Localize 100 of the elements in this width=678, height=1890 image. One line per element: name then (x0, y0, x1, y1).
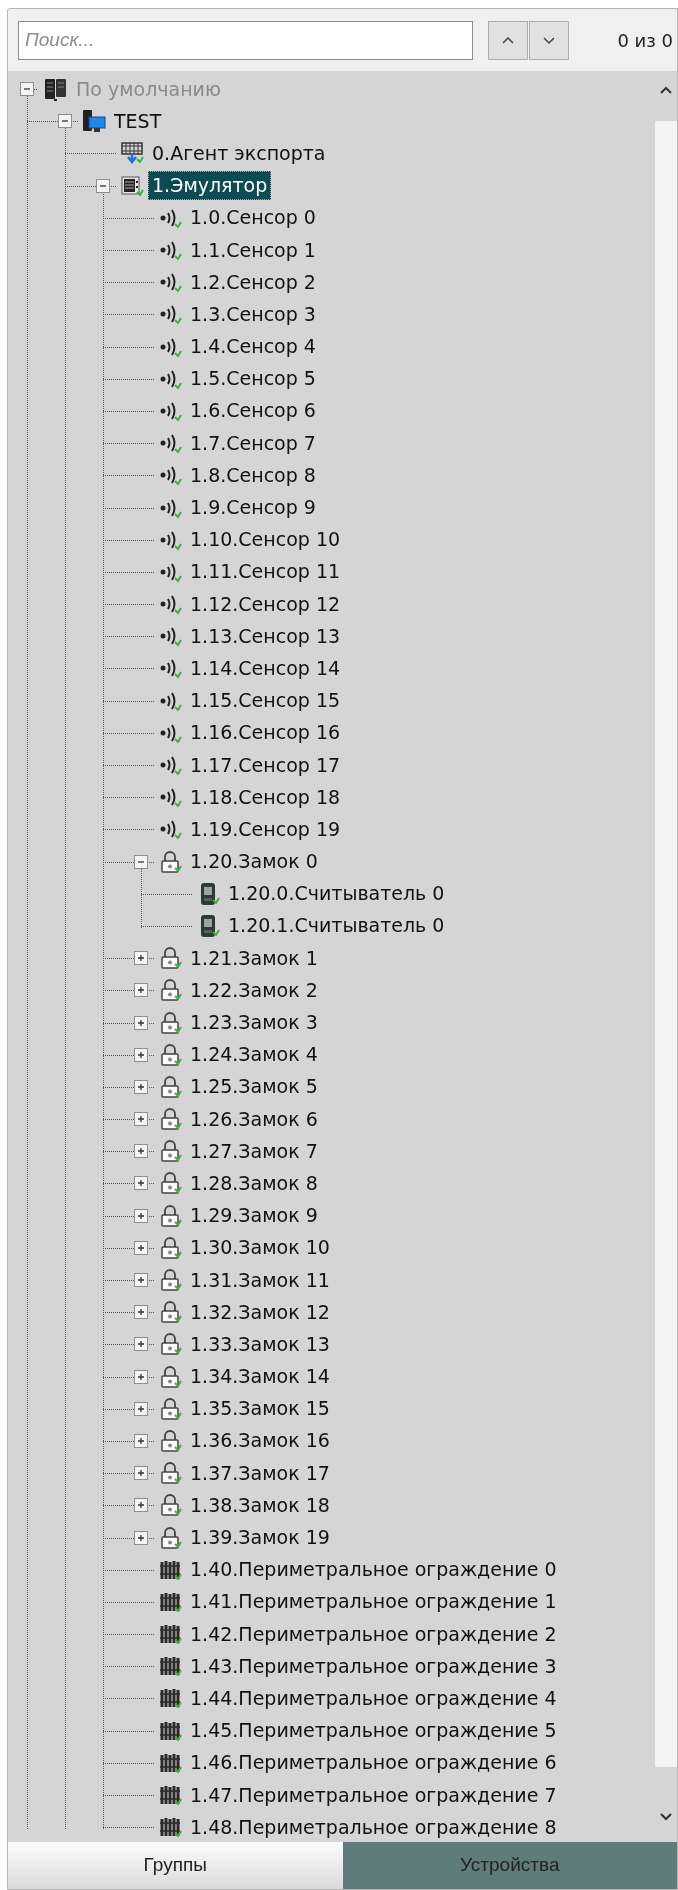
expand-toggle[interactable] (96, 178, 110, 193)
tree-item[interactable]: 1.12.Сенсор 12 (186, 589, 345, 619)
tree-item[interactable]: 1.37.Замок 17 (186, 1458, 334, 1488)
expand-toggle[interactable] (134, 1176, 148, 1191)
tree-item[interactable]: 1.31.Замок 11 (186, 1265, 334, 1295)
tree-item[interactable]: 1.10.Сенсор 10 (186, 525, 345, 555)
tree-item[interactable]: 1.20.1.Считыватель 0 (224, 911, 449, 941)
expand-toggle[interactable] (20, 82, 34, 97)
padlock-icon (158, 1139, 182, 1164)
expand-toggle[interactable] (134, 951, 148, 966)
tree-item[interactable]: 1.30.Замок 10 (186, 1233, 334, 1263)
tree-item[interactable]: 1.16.Сенсор 16 (186, 718, 345, 748)
tree-item[interactable]: 1.43.Периметральное ограждение 3 (186, 1651, 561, 1681)
tree-item[interactable]: 1.11.Сенсор 11 (186, 557, 345, 587)
expand-toggle[interactable] (134, 1208, 148, 1223)
tree-item[interactable]: 1.45.Периметральное ограждение 5 (186, 1716, 561, 1746)
tree-item[interactable]: 1.15.Сенсор 15 (186, 686, 345, 716)
tree-item[interactable]: TEST (110, 106, 166, 136)
tree-item[interactable]: 1.38.Замок 18 (186, 1490, 334, 1520)
tree-item[interactable]: 1.4.Сенсор 4 (186, 332, 320, 362)
plus-icon (136, 1500, 146, 1511)
tree-item[interactable]: 1.32.Замок 12 (186, 1297, 334, 1327)
plus-icon (136, 1532, 146, 1543)
tree-item[interactable]: 1.39.Замок 19 (186, 1523, 334, 1553)
tree-item[interactable]: 1.48.Периметральное ограждение 8 (186, 1812, 561, 1842)
expand-toggle[interactable] (134, 1273, 148, 1288)
expand-toggle[interactable] (134, 983, 148, 998)
tree-item[interactable]: 1.7.Сенсор 7 (186, 428, 320, 458)
tree-item[interactable]: 1.13.Сенсор 13 (186, 621, 345, 651)
tree-item[interactable]: 1.8.Сенсор 8 (186, 460, 320, 490)
device-box-icon (120, 173, 144, 198)
tree-item[interactable]: 1.34.Замок 14 (186, 1362, 334, 1392)
tree-item[interactable]: 1.28.Замок 8 (186, 1168, 322, 1198)
tree-item[interactable]: 1.41.Периметральное ограждение 1 (186, 1587, 561, 1617)
expand-toggle[interactable] (134, 1530, 148, 1545)
tree-item[interactable]: 1.23.Замок 3 (186, 1008, 322, 1038)
tree-item[interactable]: 1.19.Сенсор 19 (186, 814, 345, 844)
padlock-icon (158, 1074, 182, 1099)
tree-item[interactable]: 1.24.Замок 4 (186, 1040, 322, 1070)
expand-toggle[interactable] (134, 1369, 148, 1384)
expand-toggle[interactable] (134, 854, 148, 869)
tree-item[interactable]: 1.36.Замок 16 (186, 1426, 334, 1456)
tree-item[interactable]: 1.25.Замок 5 (186, 1072, 322, 1102)
tree-item[interactable]: 1.21.Замок 1 (186, 943, 322, 973)
tree-item[interactable]: 1.47.Периметральное ограждение 7 (186, 1780, 561, 1810)
expand-toggle[interactable] (134, 1144, 148, 1159)
tree-item[interactable]: 1.29.Замок 9 (186, 1201, 322, 1231)
expand-toggle[interactable] (134, 1047, 148, 1062)
expand-toggle[interactable] (58, 114, 72, 129)
tree-item[interactable]: 1.22.Замок 2 (186, 975, 322, 1005)
search-field[interactable]: Поиск... (18, 20, 473, 60)
padlock-icon (158, 1203, 182, 1228)
scroll-up-icon[interactable] (659, 85, 673, 95)
plus-icon (136, 1049, 146, 1060)
tree-item[interactable]: 1.44.Периметральное ограждение 4 (186, 1683, 561, 1713)
expand-toggle[interactable] (134, 1079, 148, 1094)
tree-item[interactable]: 1.35.Замок 15 (186, 1394, 334, 1424)
tree-item[interactable]: 1.18.Сенсор 18 (186, 782, 345, 812)
tree-item[interactable]: 1.5.Сенсор 5 (186, 364, 320, 394)
expand-toggle[interactable] (134, 1337, 148, 1352)
expand-toggle[interactable] (134, 1305, 148, 1320)
expand-toggle[interactable] (134, 1466, 148, 1481)
tree-item[interactable]: 1.46.Периметральное ограждение 6 (186, 1748, 561, 1778)
plus-icon (136, 1275, 146, 1286)
tree-item[interactable]: 1.26.Замок 6 (186, 1104, 322, 1134)
expand-toggle[interactable] (134, 1112, 148, 1127)
tree-item[interactable]: 1.6.Сенсор 6 (186, 396, 320, 426)
fence-icon (158, 1654, 182, 1679)
plus-icon (136, 1242, 146, 1253)
tree-item[interactable]: 1.2.Сенсор 2 (186, 267, 320, 297)
plus-icon (136, 985, 146, 996)
tree-item[interactable]: 1.42.Периметральное ограждение 2 (186, 1619, 561, 1649)
plus-icon (136, 1468, 146, 1479)
expand-toggle[interactable] (134, 1240, 148, 1255)
tree-item[interactable]: 0.Агент экспорта (148, 138, 330, 168)
tree-item[interactable]: 1.17.Сенсор 17 (186, 750, 345, 780)
expand-toggle[interactable] (134, 1498, 148, 1513)
padlock-icon (158, 1107, 182, 1132)
plus-icon (136, 1210, 146, 1221)
tree-item[interactable]: 1.33.Замок 13 (186, 1329, 334, 1359)
tree-item[interactable]: 1.27.Замок 7 (186, 1136, 322, 1166)
tab[interactable]: Группы (8, 1842, 343, 1889)
padlock-icon (158, 1332, 182, 1357)
expand-toggle[interactable] (134, 1433, 148, 1448)
tab[interactable]: Устройства (342, 1842, 677, 1889)
tree-item[interactable]: 1.40.Периметральное ограждение 0 (186, 1555, 561, 1585)
tree-item[interactable]: 1.9.Сенсор 9 (186, 493, 320, 523)
tree-item[interactable]: 1.1.Сенсор 1 (186, 235, 320, 265)
tree-item[interactable]: 1.20.Замок 0 (186, 847, 322, 877)
padlock-icon (158, 1042, 182, 1067)
padlock-icon (158, 946, 182, 971)
tree-item[interactable]: 1.14.Сенсор 14 (186, 653, 345, 683)
expand-toggle[interactable] (134, 1401, 148, 1416)
expand-toggle[interactable] (134, 1015, 148, 1030)
tree-item[interactable]: 1.0.Сенсор 0 (186, 203, 320, 233)
tree-item[interactable]: 1.20.0.Считыватель 0 (224, 879, 449, 909)
fence-icon (158, 1815, 182, 1840)
scroll-down-icon[interactable] (659, 1812, 673, 1822)
tree-item[interactable]: 1.3.Сенсор 3 (186, 299, 320, 329)
tree-item[interactable]: 1.Эмулятор (148, 171, 272, 201)
